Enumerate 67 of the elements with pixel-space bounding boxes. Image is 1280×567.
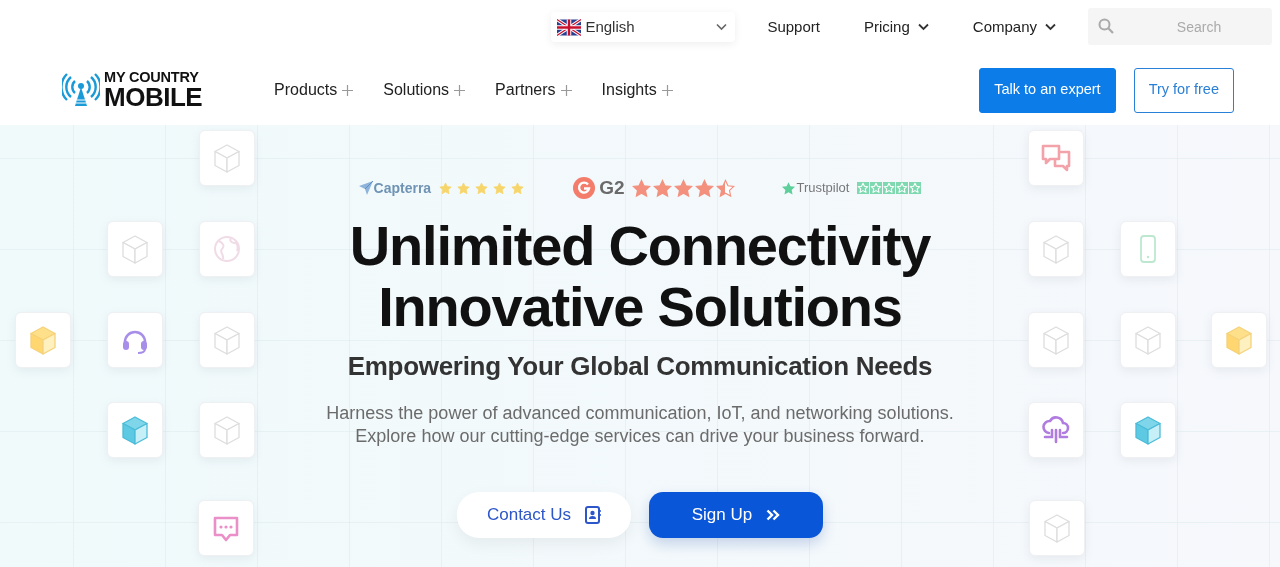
cube-icon: [1223, 324, 1255, 356]
double-chevron-icon: [766, 509, 781, 522]
top-nav-link[interactable]: Support: [767, 16, 820, 39]
try-free-button[interactable]: Try for free: [1133, 67, 1234, 113]
antenna-icon: [62, 73, 100, 107]
rating-site-name: Capterra: [373, 178, 432, 198]
star-icon: [493, 181, 507, 195]
headline-text: Unlimited Connectivity: [349, 215, 931, 276]
star-icon: [896, 182, 909, 194]
search-field[interactable]: Search: [1088, 8, 1272, 45]
nav-menu-item[interactable]: Solutions: [383, 78, 466, 102]
star-icon: [674, 178, 694, 198]
top-nav-link[interactable]: Company: [972, 16, 1056, 39]
cube-icon: [211, 414, 243, 446]
cube-icon: [1132, 324, 1164, 356]
paper-plane-icon: [357, 180, 374, 196]
cloud-icon: [1040, 414, 1072, 446]
nav-menu-item[interactable]: Partners: [495, 78, 572, 102]
language-label: English: [585, 16, 635, 37]
chevron-down-icon: [716, 23, 728, 31]
star-icon: [883, 182, 896, 194]
rating-site-name: G2: [599, 175, 625, 200]
search-icon: [1098, 18, 1114, 34]
subheadline: Empowering Your Global Communication Needs: [347, 351, 933, 383]
plus-icon: [560, 84, 572, 96]
plus-icon: [661, 84, 673, 96]
description: Harness the power of advanced communication, IoT, and networking solutions. Explore how our cutting-edge services can drive your business forward.: [326, 402, 954, 449]
sign-up-button[interactable]: Sign Up: [649, 492, 823, 539]
star-icon: [511, 181, 525, 195]
star-icon: [909, 182, 922, 194]
plus-icon: [454, 84, 466, 96]
nav-menu-item[interactable]: Insights: [601, 78, 673, 102]
headline-text: Innovative Solutions: [377, 276, 902, 337]
star-icon: [870, 182, 883, 194]
star-icon: [475, 181, 489, 195]
top-nav-link[interactable]: Pricing: [863, 16, 929, 39]
contact-book-icon: [585, 506, 602, 525]
cube-icon: [119, 414, 151, 446]
star-icon: [695, 178, 715, 198]
cube-icon: [211, 142, 243, 174]
star-icon: [457, 181, 471, 195]
contact-us-button[interactable]: Contact Us: [457, 492, 631, 539]
g2-logo-icon: [573, 177, 596, 199]
cube-icon: [1040, 233, 1072, 265]
star-icon: [439, 181, 453, 195]
chat-bubbles-icon: [1040, 142, 1072, 174]
logo[interactable]: MY COUNTRY MOBILE: [62, 69, 203, 111]
rating-site-name: Trustpilot: [796, 179, 850, 198]
cube-icon: [1040, 324, 1072, 356]
star-icon: [653, 178, 673, 198]
star-icon: [781, 180, 797, 196]
cube-icon: [211, 324, 243, 356]
flag-icon: [557, 18, 582, 36]
cube-icon: [1132, 414, 1164, 446]
star-icon: [716, 178, 736, 198]
cube-icon: [27, 324, 59, 356]
cube-icon: [119, 233, 151, 265]
cube-icon: [1041, 512, 1073, 544]
talk-to-expert-button[interactable]: Talk to an expert: [979, 67, 1116, 113]
plus-icon: [342, 84, 354, 96]
globe-icon: [211, 233, 243, 265]
star-icon: [632, 178, 652, 198]
nav-menu-item[interactable]: Products: [274, 78, 354, 102]
logo-text: MY COUNTRY: [104, 69, 200, 85]
star-icon: [857, 182, 870, 194]
language-select[interactable]: English: [551, 12, 736, 42]
logo-text: MOBILE: [104, 84, 203, 111]
